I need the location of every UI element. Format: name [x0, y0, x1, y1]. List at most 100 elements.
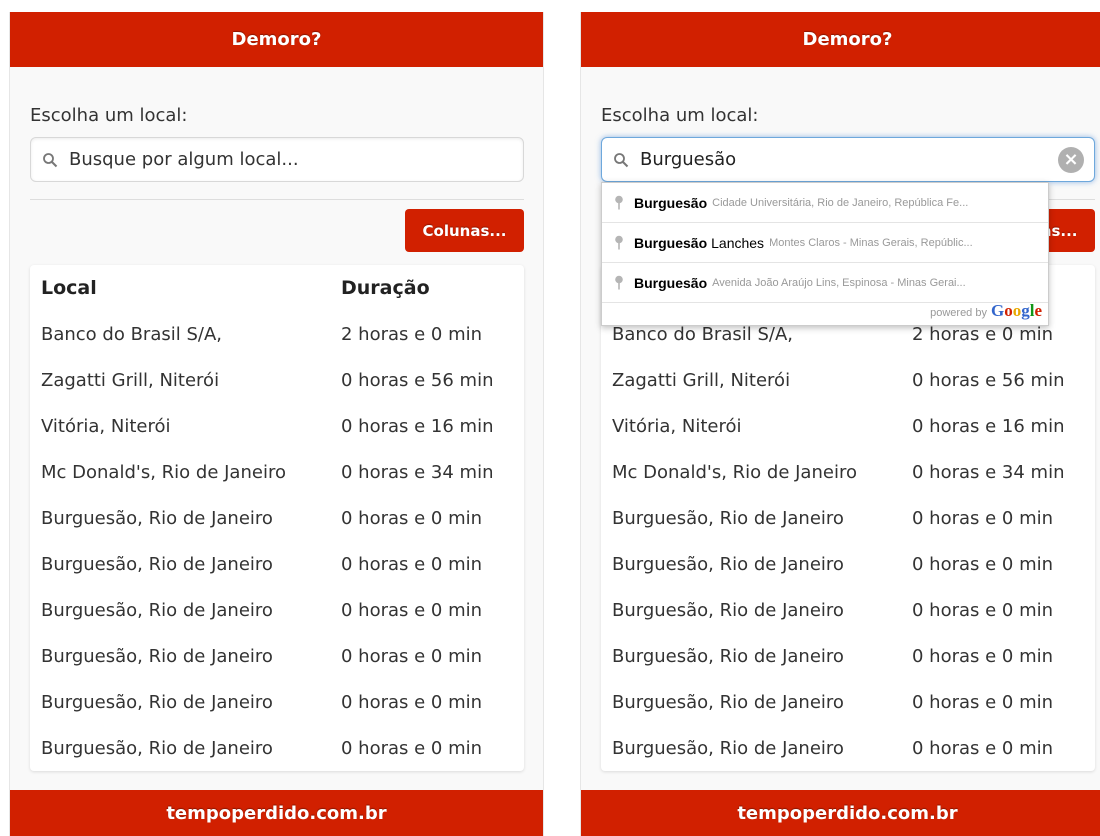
cell-local: Burguesão, Rio de Janeiro — [612, 737, 844, 759]
table-row[interactable]: Burguesão, Rio de Janeiro 0 horas e 0 mi… — [601, 587, 1095, 633]
table-row[interactable]: Burguesão, Rio de Janeiro 0 horas e 0 mi… — [601, 495, 1095, 541]
cell-local: Burguesão, Rio de Janeiro — [612, 645, 844, 667]
suggestion-detail: Cidade Universitária, Rio de Janeiro, Re… — [712, 196, 969, 209]
cell-local: Zagatti Grill, Niterói — [612, 369, 791, 391]
screen-default: Demoro? Escolha um local: Colunas... Loc… — [9, 12, 544, 836]
search-label: Escolha um local: — [601, 105, 759, 126]
map-pin-icon — [612, 195, 626, 210]
cell-local: Burguesão, Rio de Janeiro — [612, 599, 844, 621]
cell-duration: 0 horas e 0 min — [912, 599, 1054, 621]
cell-local: Vitória, Niterói — [41, 415, 171, 437]
cell-local: Mc Donald's, Rio de Janeiro — [612, 461, 857, 483]
app-footer: tempoperdido.com.br — [10, 790, 543, 836]
cell-duration: 0 horas e 0 min — [912, 507, 1054, 529]
table-row[interactable]: Zagatti Grill, Niterói 0 horas e 56 min — [30, 357, 524, 403]
cell-duration: 0 horas e 0 min — [341, 599, 483, 621]
cell-duration: 0 horas e 0 min — [341, 645, 483, 667]
suggestion-detail: Montes Claros - Minas Gerais, Repúblic..… — [769, 236, 973, 249]
cell-duration: 0 horas e 34 min — [341, 461, 494, 483]
map-pin-icon — [612, 275, 626, 290]
search-label: Escolha um local: — [30, 105, 188, 126]
cell-local: Mc Donald's, Rio de Janeiro — [41, 461, 286, 483]
app-title: Demoro? — [231, 29, 322, 50]
footer-link[interactable]: tempoperdido.com.br — [737, 803, 957, 824]
suggestion-name-rest: Lanches — [711, 234, 765, 251]
columns-button[interactable]: Colunas... — [405, 209, 524, 252]
cell-duration: 0 horas e 0 min — [341, 553, 483, 575]
footer-link[interactable]: tempoperdido.com.br — [166, 803, 386, 824]
cell-local: Burguesão, Rio de Janeiro — [41, 507, 273, 529]
google-logo: Google — [990, 301, 1042, 320]
table-row[interactable]: Burguesão, Rio de Janeiro 0 horas e 0 mi… — [601, 725, 1095, 771]
app-title: Demoro? — [802, 29, 893, 50]
autocomplete-suggestion[interactable]: Burguesão Cidade Universitária, Rio de J… — [602, 183, 1048, 223]
cell-duration: 0 horas e 0 min — [341, 507, 483, 529]
table-row[interactable]: Mc Donald's, Rio de Janeiro 0 horas e 34… — [601, 449, 1095, 495]
column-header-duration[interactable]: Duração — [341, 277, 430, 299]
autocomplete-suggestion[interactable]: Burguesão Lanches Montes Claros - Minas … — [602, 223, 1048, 263]
clear-icon[interactable]: × — [1058, 146, 1084, 173]
screen-autocomplete: Demoro? Escolha um local: × Colunas... L… — [580, 12, 1100, 836]
cell-local: Vitória, Niterói — [612, 415, 742, 437]
cell-local: Burguesão, Rio de Janeiro — [41, 645, 273, 667]
cell-duration: 0 horas e 16 min — [341, 415, 494, 437]
cell-local: Banco do Brasil S/A, — [612, 323, 793, 345]
search-field[interactable] — [30, 137, 524, 182]
table-header: Local Duração — [30, 265, 524, 311]
table-row[interactable]: Banco do Brasil S/A, 2 horas e 0 min — [30, 311, 524, 357]
table-row[interactable]: Burguesão, Rio de Janeiro 0 horas e 0 mi… — [601, 679, 1095, 725]
table-row[interactable]: Burguesão, Rio de Janeiro 0 horas e 0 mi… — [30, 495, 524, 541]
cell-duration: 0 horas e 56 min — [912, 369, 1065, 391]
table-row[interactable]: Burguesão, Rio de Janeiro 0 horas e 0 mi… — [601, 541, 1095, 587]
cell-duration: 0 horas e 0 min — [912, 737, 1054, 759]
cell-local: Burguesão, Rio de Janeiro — [41, 599, 273, 621]
table-row[interactable]: Burguesão, Rio de Janeiro 0 horas e 0 mi… — [30, 679, 524, 725]
autocomplete-suggestion[interactable]: Burguesão Avenida João Araújo Lins, Espi… — [602, 263, 1048, 303]
table-row[interactable]: Burguesão, Rio de Janeiro 0 horas e 0 mi… — [601, 633, 1095, 679]
cell-duration: 2 horas e 0 min — [912, 323, 1054, 345]
autocomplete-dropdown: Burguesão Cidade Universitária, Rio de J… — [601, 182, 1049, 326]
results-table: Local Duração Banco do Brasil S/A, 2 hor… — [30, 265, 524, 771]
cell-duration: 0 horas e 56 min — [341, 369, 494, 391]
table-row[interactable]: Burguesão, Rio de Janeiro 0 horas e 0 mi… — [30, 725, 524, 771]
search-icon — [39, 149, 61, 171]
table-row[interactable]: Zagatti Grill, Niterói 0 horas e 56 min — [601, 357, 1095, 403]
column-header-local[interactable]: Local — [41, 277, 97, 299]
suggestion-match: Burguesão — [634, 274, 708, 291]
cell-local: Burguesão, Rio de Janeiro — [41, 737, 273, 759]
suggestion-match: Burguesão — [634, 194, 708, 211]
cell-local: Zagatti Grill, Niterói — [41, 369, 220, 391]
search-input[interactable] — [632, 138, 1058, 181]
powered-by-google: powered by Google — [930, 301, 1042, 321]
table-row[interactable]: Burguesão, Rio de Janeiro 0 horas e 0 mi… — [30, 541, 524, 587]
table-row[interactable]: Mc Donald's, Rio de Janeiro 0 horas e 34… — [30, 449, 524, 495]
cell-local: Banco do Brasil S/A, — [41, 323, 222, 345]
map-pin-icon — [612, 235, 626, 250]
results-table: Local Duração Banco do Brasil S/A, 2 hor… — [601, 265, 1095, 771]
cell-duration: 0 horas e 16 min — [912, 415, 1065, 437]
table-row[interactable]: Burguesão, Rio de Janeiro 0 horas e 0 mi… — [30, 633, 524, 679]
cell-duration: 0 horas e 0 min — [912, 645, 1054, 667]
table-row[interactable]: Burguesão, Rio de Janeiro 0 horas e 0 mi… — [30, 587, 524, 633]
cell-local: Burguesão, Rio de Janeiro — [41, 691, 273, 713]
cell-duration: 0 horas e 0 min — [912, 553, 1054, 575]
cell-duration: 0 horas e 34 min — [912, 461, 1065, 483]
cell-local: Burguesão, Rio de Janeiro — [612, 553, 844, 575]
powered-by-text: powered by — [930, 307, 987, 319]
cell-local: Burguesão, Rio de Janeiro — [612, 691, 844, 713]
search-input[interactable] — [61, 138, 523, 181]
cell-duration: 0 horas e 0 min — [912, 691, 1054, 713]
search-icon — [610, 149, 632, 171]
cell-duration: 2 horas e 0 min — [341, 323, 483, 345]
cell-duration: 0 horas e 0 min — [341, 691, 483, 713]
app-footer: tempoperdido.com.br — [581, 790, 1100, 836]
cell-local: Burguesão, Rio de Janeiro — [612, 507, 844, 529]
table-row[interactable]: Vitória, Niterói 0 horas e 16 min — [601, 403, 1095, 449]
table-row[interactable]: Vitória, Niterói 0 horas e 16 min — [30, 403, 524, 449]
search-field[interactable]: × — [601, 137, 1095, 182]
cell-duration: 0 horas e 0 min — [341, 737, 483, 759]
suggestion-detail: Avenida João Araújo Lins, Espinosa - Min… — [712, 276, 966, 289]
app-header: Demoro? — [10, 12, 543, 67]
divider — [30, 199, 524, 200]
suggestion-match: Burguesão — [634, 234, 708, 251]
